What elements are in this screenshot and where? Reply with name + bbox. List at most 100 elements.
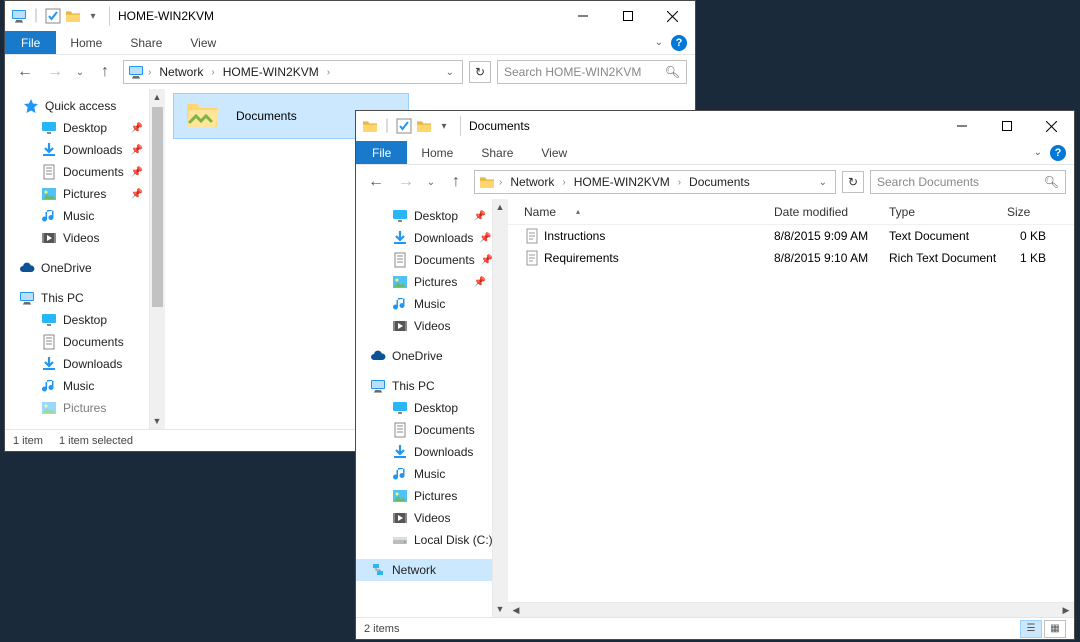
address-bar[interactable]: › Network › HOME-WIN2KVM › ⌄ bbox=[123, 60, 463, 84]
refresh-button[interactable]: ↻ bbox=[842, 171, 864, 193]
nav-pc-downloads[interactable]: Downloads bbox=[5, 353, 149, 375]
qat-properties-icon[interactable] bbox=[45, 8, 61, 24]
col-type[interactable]: Type bbox=[881, 205, 999, 219]
details-view-button[interactable]: ☰ bbox=[1020, 620, 1042, 638]
share-tab[interactable]: Share bbox=[116, 31, 176, 54]
ribbon-expand-icon[interactable]: ⌄ bbox=[1034, 147, 1042, 158]
up-button[interactable]: ↑ bbox=[93, 60, 117, 84]
crumb-documents[interactable]: Documents bbox=[685, 173, 754, 191]
share-tab[interactable]: Share bbox=[467, 141, 527, 164]
nav-pictures[interactable]: Pictures📌 bbox=[5, 183, 149, 205]
address-dropdown-icon[interactable]: ⌄ bbox=[815, 177, 831, 188]
address-bar[interactable]: › Network › HOME-WIN2KVM › Documents ⌄ bbox=[474, 170, 836, 194]
status-selected-count: 1 item selected bbox=[59, 435, 133, 447]
nav-pc-music[interactable]: Music bbox=[356, 463, 492, 485]
thumbnails-view-button[interactable]: ▦ bbox=[1044, 620, 1066, 638]
nav-pc-desktop[interactable]: Desktop bbox=[5, 309, 149, 331]
scroll-up-icon[interactable]: ▲ bbox=[150, 89, 164, 105]
address-dropdown-icon[interactable]: ⌄ bbox=[442, 67, 458, 78]
qat-dropdown-icon[interactable]: ▾ bbox=[85, 8, 101, 24]
qat-folder-icon[interactable] bbox=[65, 8, 81, 24]
scroll-thumb[interactable] bbox=[152, 107, 163, 307]
forward-button[interactable]: → bbox=[394, 170, 418, 194]
qat-properties-icon[interactable] bbox=[396, 118, 412, 134]
nav-pc-pictures[interactable]: Pictures bbox=[356, 485, 492, 507]
nav-this-pc[interactable]: This PC bbox=[5, 287, 149, 309]
help-icon[interactable]: ? bbox=[671, 35, 687, 51]
forward-button[interactable]: → bbox=[43, 60, 67, 84]
help-icon[interactable]: ? bbox=[1050, 145, 1066, 161]
nav-pc-music[interactable]: Music bbox=[5, 375, 149, 397]
scroll-track[interactable] bbox=[524, 605, 1058, 616]
nav-scrollbar[interactable]: ▲ ▼ bbox=[492, 199, 507, 617]
folder-open-icon bbox=[184, 97, 220, 136]
nav-network[interactable]: Network bbox=[356, 559, 492, 581]
nav-desktop[interactable]: Desktop📌 bbox=[356, 205, 492, 227]
nav-onedrive[interactable]: OneDrive bbox=[5, 257, 149, 279]
nav-scrollbar[interactable]: ▲ ▼ bbox=[149, 89, 164, 429]
up-button[interactable]: ↑ bbox=[444, 170, 468, 194]
nav-pc-documents[interactable]: Documents bbox=[356, 419, 492, 441]
nav-pc-downloads[interactable]: Downloads bbox=[356, 441, 492, 463]
back-button[interactable]: ← bbox=[13, 60, 37, 84]
crumb-network[interactable]: Network bbox=[155, 63, 207, 81]
col-name[interactable]: Name▴ bbox=[516, 205, 766, 219]
nav-desktop[interactable]: Desktop📌 bbox=[5, 117, 149, 139]
nav-pc-desktop[interactable]: Desktop bbox=[356, 397, 492, 419]
search-box[interactable]: Search Documents 🔍︎ bbox=[870, 170, 1066, 194]
crumb-host[interactable]: HOME-WIN2KVM bbox=[219, 63, 323, 81]
column-headers[interactable]: Name▴ Date modified Type Size bbox=[508, 199, 1074, 225]
scroll-down-icon[interactable]: ▼ bbox=[150, 413, 164, 429]
nav-videos[interactable]: Videos bbox=[5, 227, 149, 249]
nav-pc-documents[interactable]: Documents bbox=[5, 331, 149, 353]
nav-pc-videos[interactable]: Videos bbox=[356, 507, 492, 529]
nav-documents[interactable]: Documents📌 bbox=[356, 249, 492, 271]
crumb-host[interactable]: HOME-WIN2KVM bbox=[570, 173, 674, 191]
nav-music[interactable]: Music bbox=[356, 293, 492, 315]
nav-videos[interactable]: Videos bbox=[356, 315, 492, 337]
nav-pictures[interactable]: Pictures📌 bbox=[356, 271, 492, 293]
qat-dropdown-icon[interactable]: ▾ bbox=[436, 118, 452, 134]
nav-quick-access[interactable]: Quick access bbox=[5, 95, 149, 117]
nav-documents[interactable]: Documents📌 bbox=[5, 161, 149, 183]
nav-pc-pictures[interactable]: Pictures bbox=[5, 397, 149, 419]
ribbon-expand-icon[interactable]: ⌄ bbox=[655, 37, 663, 48]
col-size[interactable]: Size bbox=[999, 205, 1054, 219]
scroll-left-icon[interactable]: ◀ bbox=[508, 603, 524, 617]
file-row[interactable]: Requirements 8/8/2015 9:10 AM Rich Text … bbox=[508, 247, 1074, 269]
view-tab[interactable]: View bbox=[527, 141, 581, 164]
scroll-right-icon[interactable]: ▶ bbox=[1058, 603, 1074, 617]
home-tab[interactable]: Home bbox=[56, 31, 116, 54]
maximize-button[interactable] bbox=[984, 111, 1029, 141]
file-row[interactable]: Instructions 8/8/2015 9:09 AM Text Docum… bbox=[508, 225, 1074, 247]
nav-downloads[interactable]: Downloads📌 bbox=[356, 227, 492, 249]
nav-downloads[interactable]: Downloads📌 bbox=[5, 139, 149, 161]
close-button[interactable] bbox=[1029, 111, 1074, 141]
content-pane[interactable]: Name▴ Date modified Type Size Instructio… bbox=[508, 199, 1074, 617]
refresh-button[interactable]: ↻ bbox=[469, 61, 491, 83]
back-button[interactable]: ← bbox=[364, 170, 388, 194]
file-tab[interactable]: File bbox=[356, 141, 407, 164]
nav-this-pc[interactable]: This PC bbox=[356, 375, 492, 397]
home-tab[interactable]: Home bbox=[407, 141, 467, 164]
search-box[interactable]: Search HOME-WIN2KVM 🔍︎ bbox=[497, 60, 687, 84]
scroll-down-icon[interactable]: ▼ bbox=[493, 601, 507, 617]
close-button[interactable] bbox=[650, 1, 695, 31]
qat-folder-icon[interactable] bbox=[416, 118, 432, 134]
nav-onedrive[interactable]: OneDrive bbox=[356, 345, 492, 367]
scroll-up-icon[interactable]: ▲ bbox=[493, 199, 507, 215]
nav-local-disk[interactable]: Local Disk (C:) bbox=[356, 529, 492, 551]
minimize-button[interactable] bbox=[560, 1, 605, 31]
history-dropdown[interactable]: ⌄ bbox=[73, 60, 87, 84]
crumb-network[interactable]: Network bbox=[506, 173, 558, 191]
horizontal-scrollbar[interactable]: ◀ ▶ bbox=[508, 602, 1074, 617]
nav-music[interactable]: Music bbox=[5, 205, 149, 227]
minimize-button[interactable] bbox=[939, 111, 984, 141]
file-tab[interactable]: File bbox=[5, 31, 56, 54]
maximize-button[interactable] bbox=[605, 1, 650, 31]
view-tab[interactable]: View bbox=[176, 31, 230, 54]
col-date[interactable]: Date modified bbox=[766, 205, 881, 219]
history-dropdown[interactable]: ⌄ bbox=[424, 170, 438, 194]
music-icon bbox=[392, 296, 408, 312]
desktop-icon bbox=[392, 208, 408, 224]
